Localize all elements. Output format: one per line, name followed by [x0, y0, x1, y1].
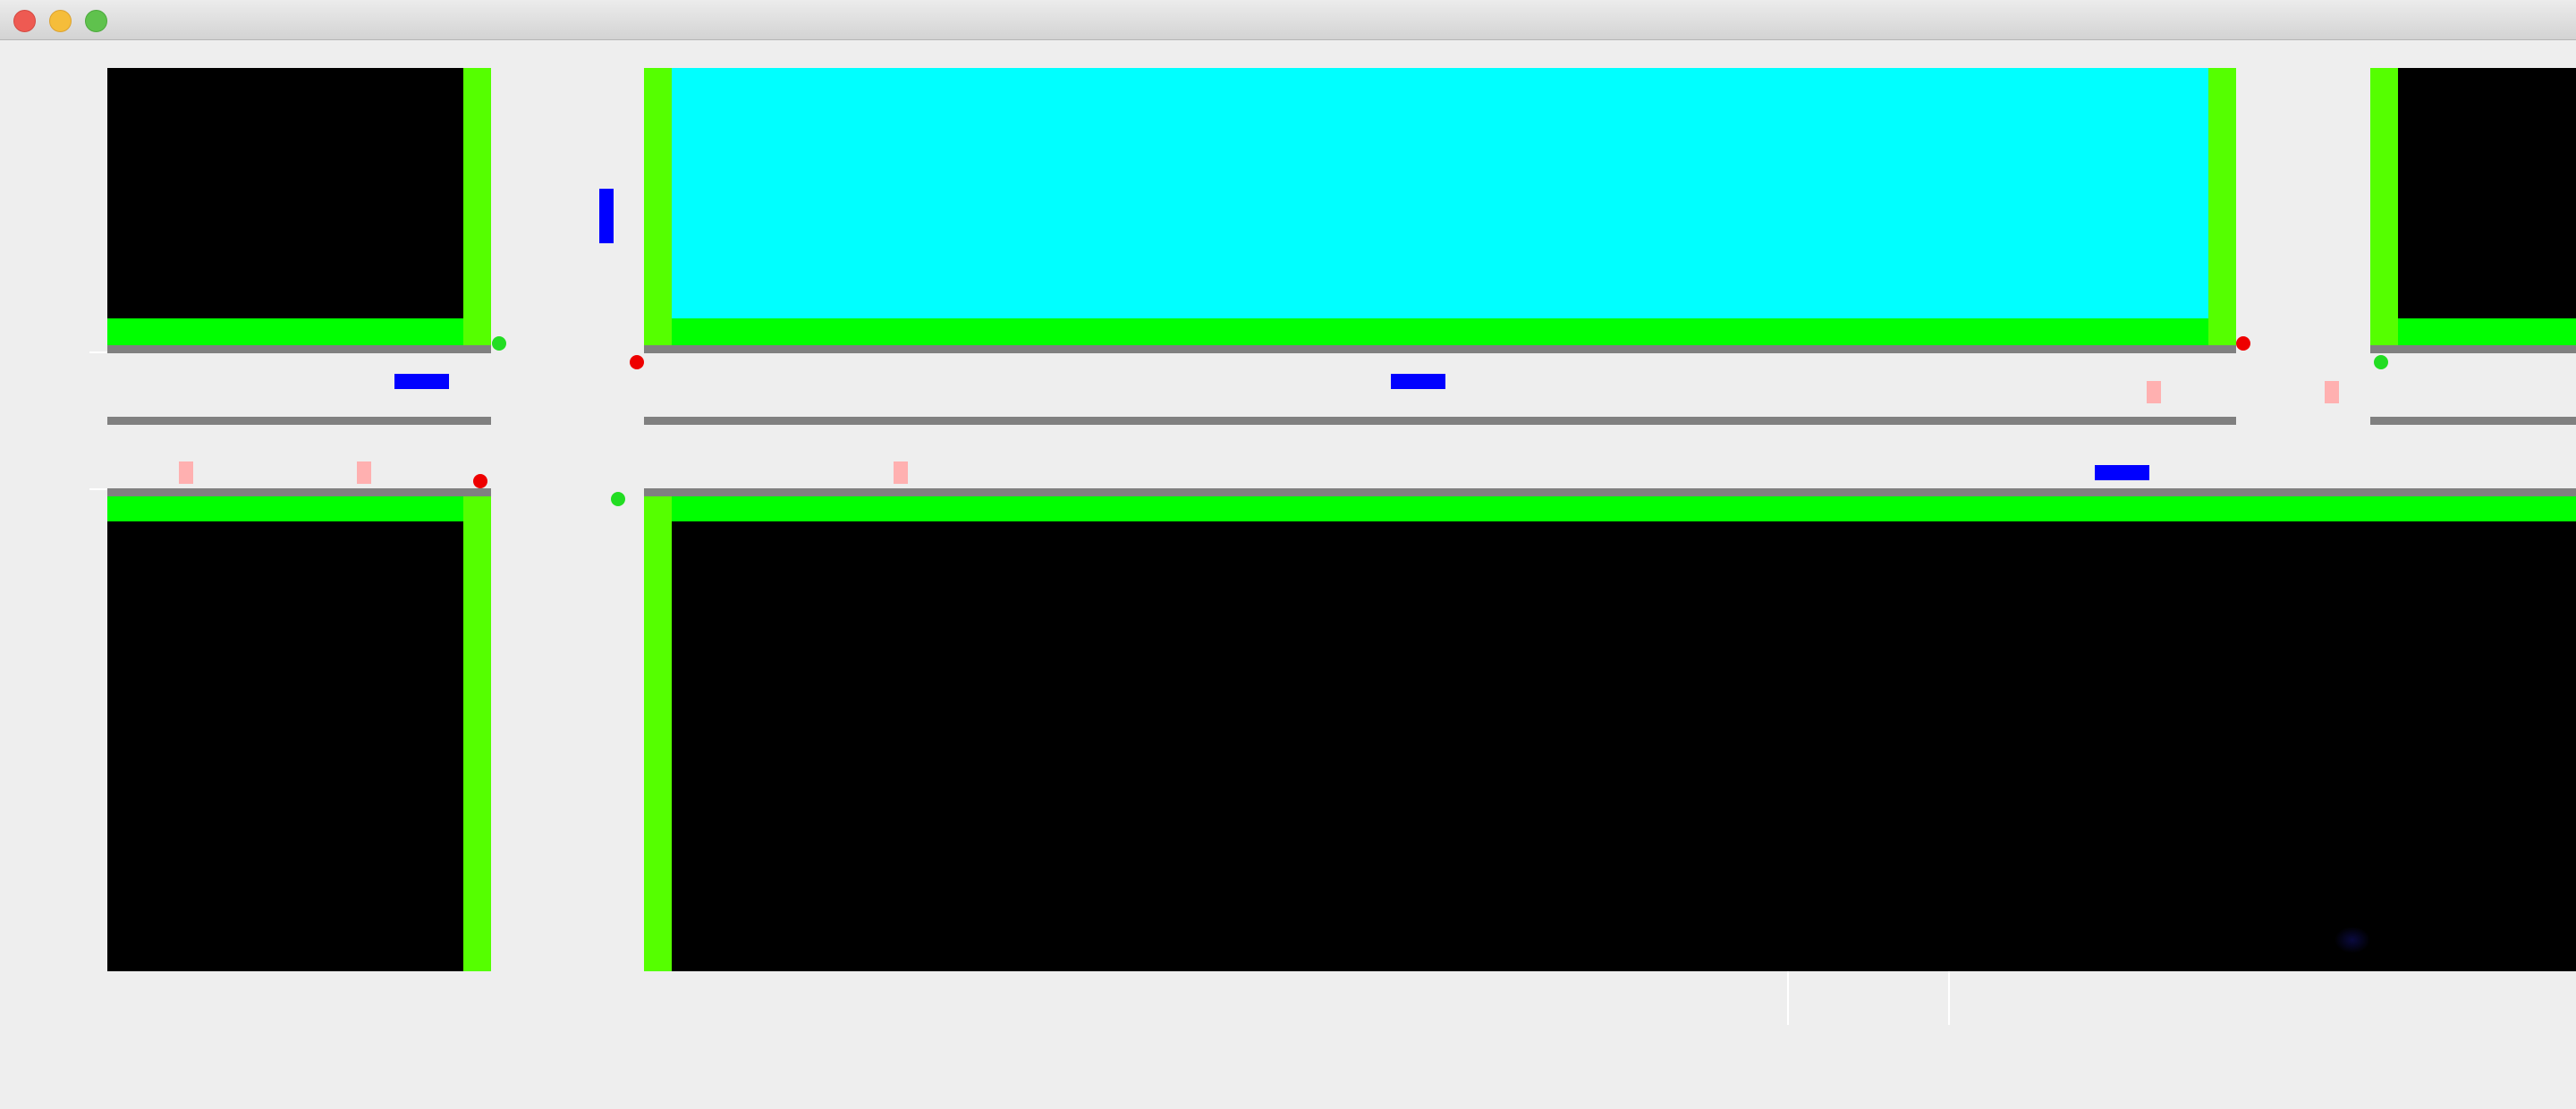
zoom-button[interactable]: [85, 10, 107, 32]
traffic-light-red-1: [630, 355, 644, 369]
water-block: [644, 68, 2236, 347]
faint-vehicle-in-block: [2334, 927, 2370, 953]
simulation-canvas: [0, 41, 2576, 1109]
building-block-top-right: [2370, 68, 2576, 347]
traffic-light-green-2: [2374, 355, 2388, 369]
gate-line-left: [1787, 971, 1789, 1025]
road-edge-top-middle: [644, 345, 2236, 353]
traffic-light-red-2: [2236, 336, 2250, 351]
car-1: [394, 374, 449, 389]
window-titlebar: [0, 0, 2576, 40]
sidewalk-top-right-bottom: [2370, 318, 2576, 347]
road-edge-top-right: [2370, 345, 2576, 353]
road-stub-left-top: [89, 351, 107, 353]
road-edge-top-left: [107, 345, 491, 353]
road-centerline-left: [107, 417, 491, 425]
traffic-light-red-3: [473, 474, 487, 488]
traffic-light-green-1: [492, 336, 506, 351]
gate-line-right: [1948, 971, 1950, 1025]
pedestrian-1: [179, 461, 193, 484]
sidewalk-bottom-right-top: [644, 493, 2576, 521]
sidewalk-water-bottom: [644, 318, 2236, 347]
sidewalk-bottom-right-left: [644, 493, 672, 971]
pedestrian-4: [2147, 381, 2161, 403]
sidewalk-water-left: [644, 68, 672, 347]
road-edge-bottom-right: [644, 488, 2576, 496]
pedestrian-5: [2325, 381, 2339, 403]
building-block-top-left: [107, 68, 491, 347]
road-centerline-middle: [644, 417, 2236, 425]
sidewalk-bottom-left-top: [107, 493, 491, 521]
car-2: [1391, 374, 1445, 389]
pedestrian-3: [894, 461, 908, 484]
close-button[interactable]: [13, 10, 36, 32]
sidewalk-water-right: [2208, 68, 2236, 347]
minimize-button[interactable]: [49, 10, 72, 32]
sidewalk-bottom-left-right: [463, 493, 491, 971]
sidewalk-top-left-right: [463, 68, 491, 347]
sidewalk-top-left-bottom: [107, 318, 491, 347]
pedestrian-2: [357, 461, 371, 484]
car-3: [2095, 465, 2149, 480]
car-vertical: [599, 189, 614, 243]
traffic-light-green-3: [611, 492, 625, 506]
building-block-bottom-right: [644, 493, 2576, 971]
building-block-bottom-left: [107, 493, 491, 971]
sidewalk-top-right-left: [2370, 68, 2398, 347]
road-stub-left-bottom: [89, 488, 107, 490]
road-centerline-right: [2370, 417, 2576, 425]
road-edge-bottom-left: [107, 488, 491, 496]
